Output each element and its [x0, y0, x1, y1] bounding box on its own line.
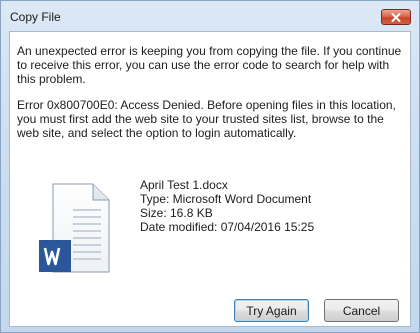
file-name: April Test 1.docx [140, 178, 228, 192]
error-message: Error 0x800700E0: Access Denied. Before … [17, 98, 396, 140]
close-button[interactable] [381, 9, 411, 25]
file-details: April Test 1.docx Type: Microsoft Word D… [140, 178, 314, 234]
file-date-modified: Date modified: 07/04/2016 15:25 [140, 220, 315, 234]
file-type: Type: Microsoft Word Document [140, 192, 312, 206]
dialog-content: An unexpected error is keeping you from … [9, 31, 411, 327]
copy-file-dialog: Copy File An unexpected error is keeping… [0, 0, 420, 333]
dialog-title: Copy File [10, 10, 61, 24]
intro-message: An unexpected error is keeping you from … [17, 44, 402, 86]
cancel-button[interactable]: Cancel [324, 299, 399, 322]
title-bar[interactable]: Copy File [1, 1, 419, 31]
try-again-button[interactable]: Try Again [234, 299, 309, 322]
file-size: Size: 16.8 KB [140, 206, 213, 220]
close-icon [391, 12, 401, 22]
word-document-icon [39, 183, 110, 273]
